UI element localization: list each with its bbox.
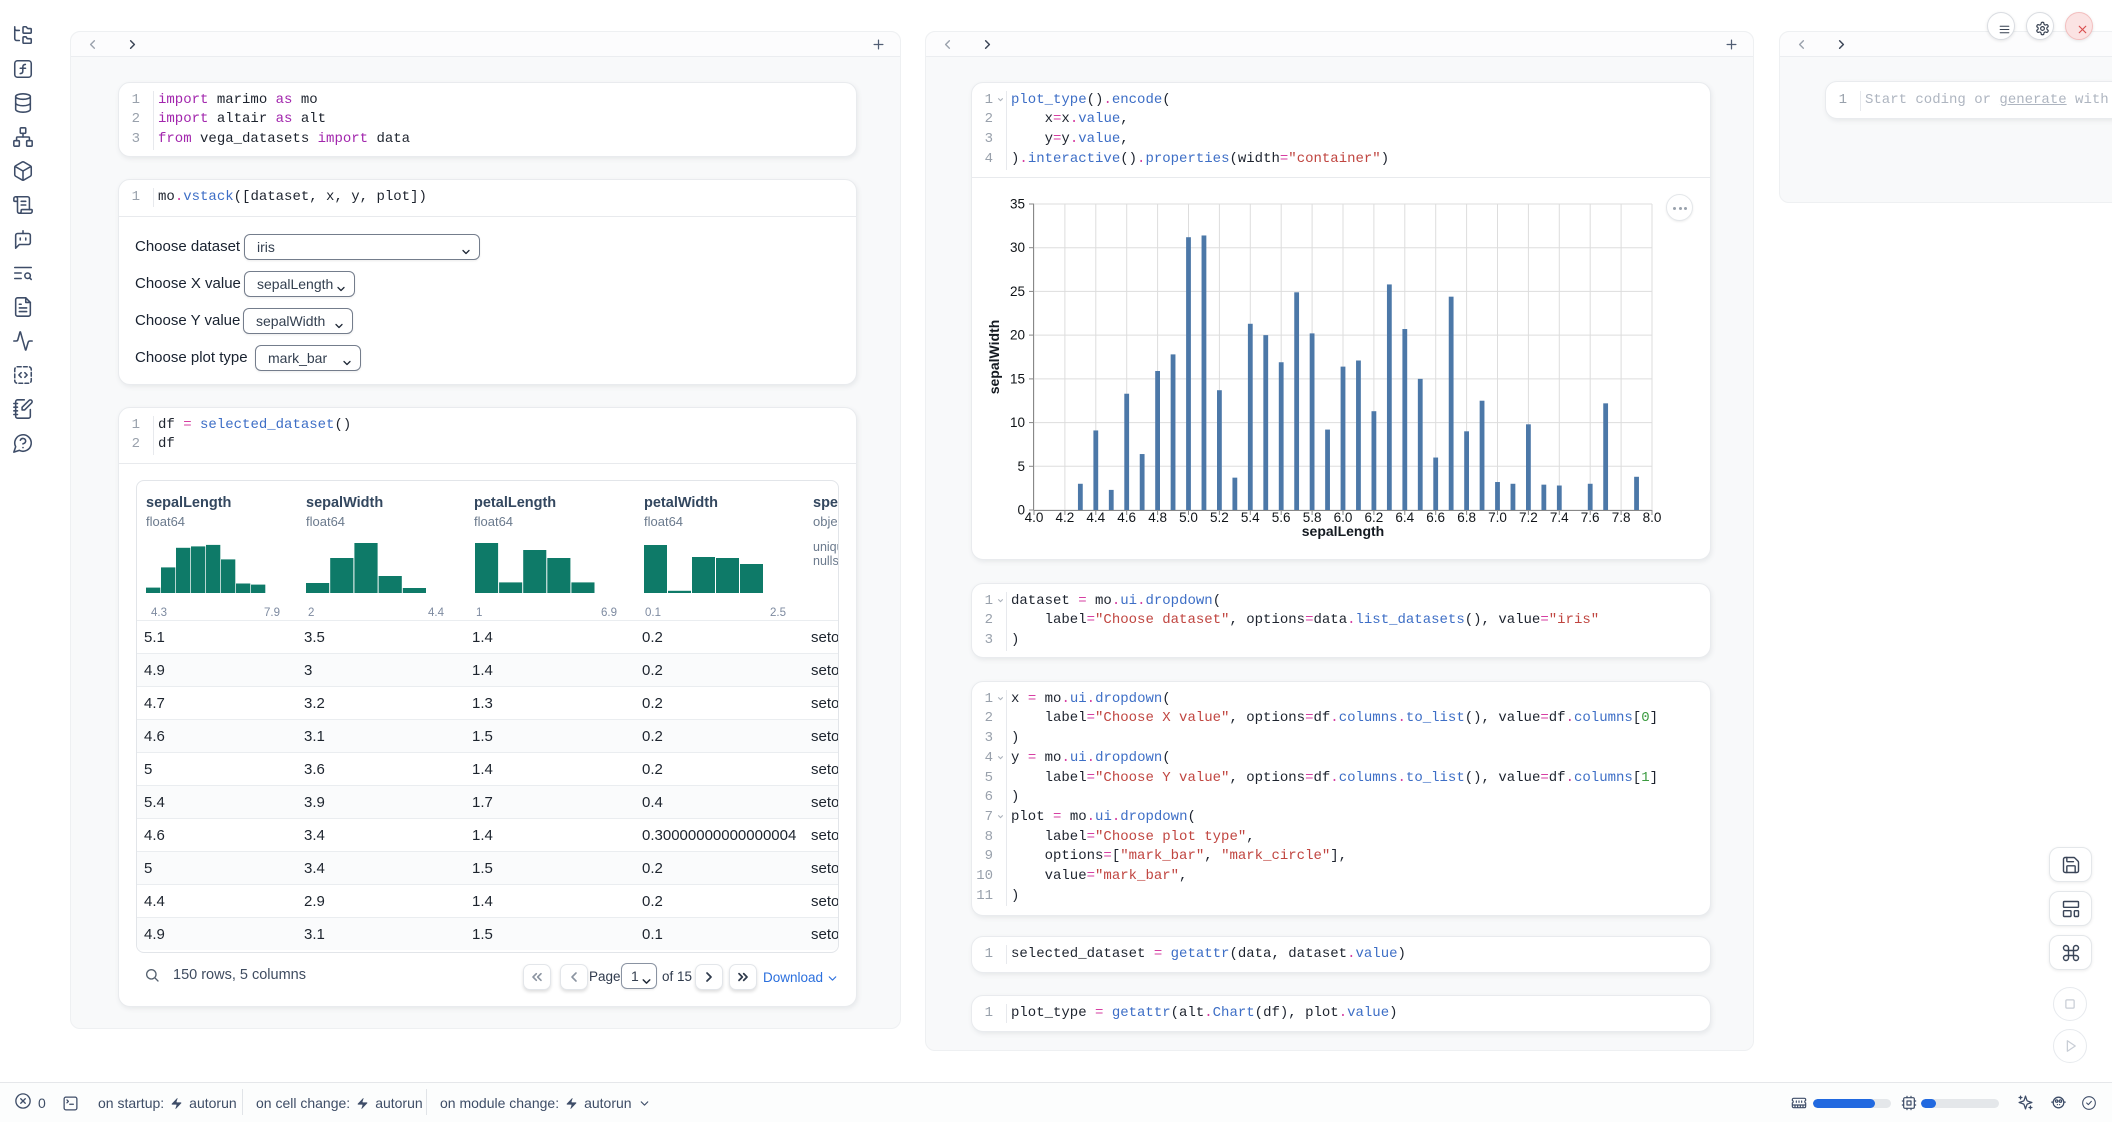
svg-text:8.0: 8.0 xyxy=(1643,510,1662,525)
svg-text:7.4: 7.4 xyxy=(1550,510,1569,525)
svg-text:6.8: 6.8 xyxy=(1457,510,1476,525)
svg-text:4.4: 4.4 xyxy=(1086,510,1105,525)
svg-text:10: 10 xyxy=(1010,415,1025,430)
svg-text:sepalWidth: sepalWidth xyxy=(986,320,1002,395)
svg-text:25: 25 xyxy=(1010,284,1025,299)
svg-text:5.6: 5.6 xyxy=(1272,510,1291,525)
svg-text:7.6: 7.6 xyxy=(1581,510,1600,525)
svg-text:6.6: 6.6 xyxy=(1426,510,1445,525)
svg-text:5.2: 5.2 xyxy=(1210,510,1229,525)
svg-text:7.0: 7.0 xyxy=(1488,510,1507,525)
svg-text:sepalLength: sepalLength xyxy=(1302,523,1384,539)
svg-text:5: 5 xyxy=(1017,459,1025,474)
svg-text:4.2: 4.2 xyxy=(1056,510,1075,525)
svg-text:20: 20 xyxy=(1010,328,1025,343)
svg-text:30: 30 xyxy=(1010,240,1025,255)
svg-text:7.8: 7.8 xyxy=(1612,510,1631,525)
svg-text:5.4: 5.4 xyxy=(1241,510,1260,525)
svg-text:5.0: 5.0 xyxy=(1179,510,1198,525)
svg-text:6.4: 6.4 xyxy=(1395,510,1414,525)
svg-text:15: 15 xyxy=(1010,371,1025,386)
svg-text:35: 35 xyxy=(1010,197,1025,212)
svg-text:4.6: 4.6 xyxy=(1117,510,1136,525)
svg-text:4.8: 4.8 xyxy=(1148,510,1167,525)
svg-text:4.0: 4.0 xyxy=(1025,510,1044,525)
svg-text:0: 0 xyxy=(1017,503,1025,518)
svg-text:7.2: 7.2 xyxy=(1519,510,1538,525)
